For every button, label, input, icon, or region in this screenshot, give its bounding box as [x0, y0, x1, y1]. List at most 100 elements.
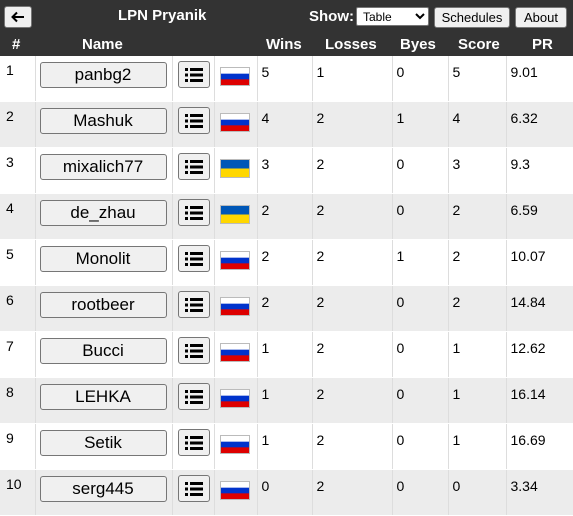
- flag-ua-icon: [219, 205, 250, 224]
- table-row: 3 mixalich77 3 2 0 3 9.3: [0, 147, 573, 194]
- player-name-button[interactable]: Bucci: [39, 338, 167, 364]
- details-cell: [172, 469, 215, 516]
- losses-cell: 2: [312, 469, 393, 516]
- flag-cell: [214, 239, 258, 286]
- list-icon: [184, 343, 203, 358]
- pr-cell: 9.01: [506, 56, 573, 102]
- list-icon: [184, 159, 203, 174]
- byes-cell: 1: [392, 101, 449, 148]
- flag-ru-icon: [219, 481, 250, 500]
- details-cell: [172, 331, 215, 378]
- player-details-button[interactable]: [177, 429, 210, 456]
- wins-cell: 2: [257, 285, 313, 332]
- player-name-button[interactable]: Monolit: [39, 246, 167, 272]
- player-details-button[interactable]: [177, 199, 210, 226]
- flag-cell: [214, 147, 258, 194]
- schedules-button[interactable]: Schedules: [434, 7, 510, 28]
- rank-cell: 4: [0, 193, 36, 240]
- wins-cell: 4: [257, 101, 313, 148]
- score-cell: 4: [448, 101, 507, 148]
- score-cell: 2: [448, 285, 507, 332]
- byes-cell: 0: [392, 331, 449, 378]
- list-icon: [184, 67, 203, 82]
- losses-cell: 2: [312, 285, 393, 332]
- byes-cell: 0: [392, 56, 449, 102]
- flag-cell: [214, 377, 258, 424]
- player-name-button[interactable]: de_zhau: [39, 200, 167, 226]
- player-name-button[interactable]: mixalich77: [39, 154, 167, 180]
- list-icon: [184, 113, 203, 128]
- byes-cell: 0: [392, 423, 449, 470]
- rank-cell: 6: [0, 285, 36, 332]
- flag-cell: [214, 469, 258, 516]
- pr-cell: 14.84: [506, 285, 573, 332]
- player-details-button[interactable]: [177, 337, 210, 364]
- column-header-name: Name: [82, 36, 123, 53]
- pr-cell: 3.34: [506, 469, 573, 516]
- rank-cell: 8: [0, 377, 36, 424]
- back-button[interactable]: [4, 6, 32, 28]
- player-details-button[interactable]: [177, 107, 210, 134]
- byes-cell: 0: [392, 147, 449, 194]
- score-cell: 3: [448, 147, 507, 194]
- player-details-button[interactable]: [177, 291, 210, 318]
- table-row: 7 Bucci 1 2 0 1 12.62: [0, 331, 573, 378]
- wins-cell: 1: [257, 331, 313, 378]
- table-row: 6 rootbeer 2 2 0 2 14.84: [0, 285, 573, 332]
- flag-ru-icon: [219, 297, 250, 316]
- player-details-button[interactable]: [177, 153, 210, 180]
- player-name-button[interactable]: rootbeer: [39, 292, 167, 318]
- byes-cell: 0: [392, 193, 449, 240]
- player-details-button[interactable]: [177, 475, 210, 502]
- name-cell: de_zhau: [35, 193, 173, 240]
- player-name-button[interactable]: Mashuk: [39, 108, 167, 134]
- about-button[interactable]: About: [515, 7, 567, 28]
- losses-cell: 2: [312, 147, 393, 194]
- rank-cell: 2: [0, 101, 36, 148]
- losses-cell: 2: [312, 331, 393, 378]
- show-select[interactable]: Table: [356, 7, 429, 26]
- byes-cell: 0: [392, 285, 449, 332]
- player-details-button[interactable]: [177, 245, 210, 272]
- byes-cell: 0: [392, 469, 449, 516]
- player-name-button[interactable]: panbg2: [39, 62, 167, 88]
- pr-cell: 16.14: [506, 377, 573, 424]
- rank-cell: 3: [0, 147, 36, 194]
- player-details-button[interactable]: [177, 61, 210, 88]
- name-cell: serg445: [35, 469, 173, 516]
- flag-ru-icon: [219, 343, 250, 362]
- list-icon: [184, 205, 203, 220]
- score-cell: 1: [448, 377, 507, 424]
- details-cell: [172, 239, 215, 286]
- page-title: LPN Pryanik: [118, 7, 207, 24]
- player-name-button[interactable]: Setik: [39, 430, 167, 456]
- wins-cell: 1: [257, 423, 313, 470]
- rank-cell: 1: [0, 56, 36, 102]
- standings-rows: 1 panbg2 5 1 0 5 9.01 2 Mashuk 4 2 1 4 6.32 3 mixalich7…: [0, 56, 573, 516]
- name-cell: Mashuk: [35, 101, 173, 148]
- player-name-button[interactable]: serg445: [39, 476, 167, 502]
- standings-table: 1 panbg2 5 1 0 5 9.01 2 Mashuk 4 2 1 4 6.32 3 mixalich7…: [0, 56, 573, 516]
- byes-cell: 1: [392, 239, 449, 286]
- score-cell: 1: [448, 423, 507, 470]
- byes-cell: 0: [392, 377, 449, 424]
- flag-ua-icon: [219, 159, 250, 178]
- table-row: 8 LEHKA 1 2 0 1 16.14: [0, 377, 573, 424]
- score-cell: 5: [448, 56, 507, 102]
- name-cell: Setik: [35, 423, 173, 470]
- list-icon: [184, 389, 203, 404]
- player-name-button[interactable]: LEHKA: [39, 384, 167, 410]
- rank-cell: 9: [0, 423, 36, 470]
- flag-ru-icon: [219, 389, 250, 408]
- flag-cell: [214, 193, 258, 240]
- losses-cell: 2: [312, 377, 393, 424]
- list-icon: [184, 297, 203, 312]
- score-cell: 2: [448, 239, 507, 286]
- name-cell: mixalich77: [35, 147, 173, 194]
- wins-cell: 5: [257, 56, 313, 102]
- flag-cell: [214, 423, 258, 470]
- name-cell: rootbeer: [35, 285, 173, 332]
- show-label: Show:: [309, 8, 354, 25]
- flag-ru-icon: [219, 113, 250, 132]
- player-details-button[interactable]: [177, 383, 210, 410]
